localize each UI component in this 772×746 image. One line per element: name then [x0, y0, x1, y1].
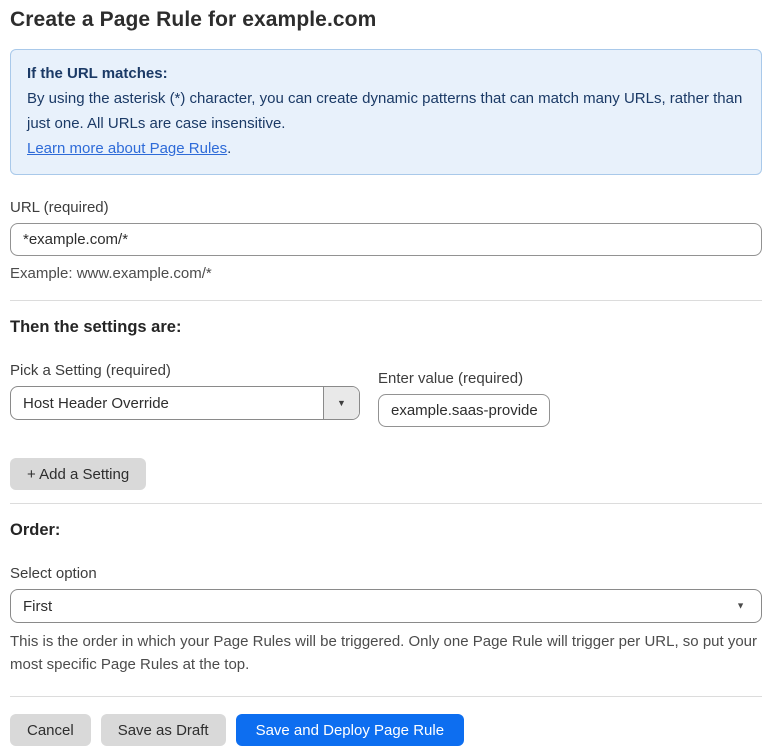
url-matches-info-box: If the URL matches: By using the asteris… [10, 49, 762, 175]
url-label: URL (required) [10, 199, 109, 216]
pick-setting-label: Pick a Setting (required) [10, 362, 171, 379]
divider [10, 696, 762, 697]
add-setting-button[interactable]: + Add a Setting [10, 458, 147, 490]
link-suffix: . [227, 140, 232, 157]
enter-value-label: Enter value (required) [378, 370, 524, 387]
caret-down-icon: ▼ [736, 600, 745, 611]
divider [10, 503, 762, 504]
url-input[interactable] [10, 223, 762, 256]
select-arrow-button[interactable]: ▼ [323, 387, 359, 419]
save-and-deploy-button[interactable]: Save and Deploy Page Rule [235, 714, 465, 746]
pick-setting-select[interactable]: Host Header Override ▼ [10, 386, 360, 420]
order-select[interactable]: First ▼ [10, 589, 762, 623]
divider [10, 300, 762, 301]
url-section: URL (required) Example: www.example.com/… [10, 199, 762, 282]
settings-row: Pick a Setting (required) Host Header Ov… [10, 362, 762, 427]
info-box-link-line: Learn more about Page Rules. [27, 136, 745, 161]
pick-setting-column: Pick a Setting (required) Host Header Ov… [10, 362, 360, 420]
order-selected-value: First [23, 597, 53, 615]
order-section-heading: Order: [10, 521, 61, 539]
create-page-rule-form: Create a Page Rule for example.com If th… [0, 0, 772, 746]
cancel-button[interactable]: Cancel [10, 714, 91, 746]
info-box-body: By using the asterisk (*) character, you… [27, 90, 743, 132]
settings-section-heading: Then the settings are: [10, 318, 182, 336]
order-helper-text: This is the order in which your Page Rul… [10, 633, 758, 673]
footer-buttons: Cancel Save as Draft Save and Deploy Pag… [10, 714, 762, 746]
learn-more-link[interactable]: Learn more about Page Rules [27, 140, 227, 157]
url-example-helper: Example: www.example.com/* [10, 265, 212, 282]
pick-setting-selected-value: Host Header Override [23, 394, 169, 412]
info-box-heading: If the URL matches: [27, 65, 168, 82]
page-title: Create a Page Rule for example.com [10, 8, 377, 31]
enter-value-column: Enter value (required) [378, 370, 550, 427]
setting-value-input[interactable] [378, 394, 550, 427]
save-as-draft-button[interactable]: Save as Draft [100, 714, 226, 746]
order-select-label: Select option [10, 565, 97, 582]
caret-down-icon: ▼ [337, 397, 346, 408]
